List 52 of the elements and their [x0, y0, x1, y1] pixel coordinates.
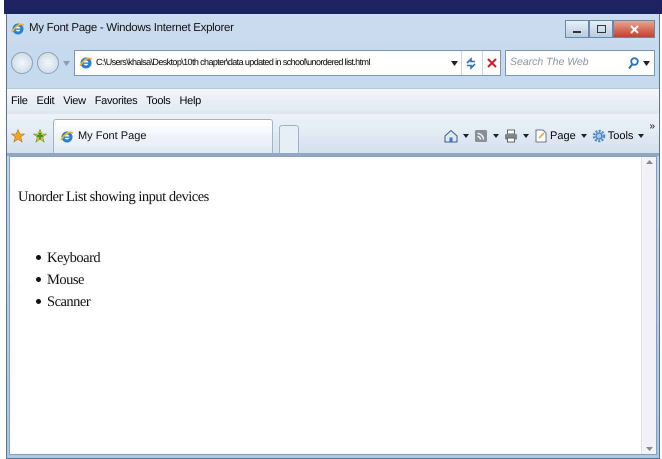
home-button[interactable]	[444, 129, 458, 143]
scroll-down-icon[interactable]	[646, 447, 652, 451]
list-item: Scanner	[47, 292, 90, 312]
browser-tab[interactable]: My Font Page	[53, 119, 273, 153]
add-star-icon[interactable]	[33, 129, 47, 143]
close-icon	[630, 24, 638, 34]
list-item: Mouse	[47, 270, 84, 290]
scroll-up-icon[interactable]	[646, 160, 652, 164]
caret-icon[interactable]	[580, 134, 587, 138]
page-menu-button[interactable]: Page	[534, 128, 576, 144]
menu-item[interactable]: Tools	[146, 93, 170, 110]
window-title: My Font Page - Windows Internet Explorer	[29, 21, 234, 36]
bullet-dot	[36, 277, 41, 282]
dropdown-icon[interactable]	[643, 60, 650, 66]
menu-item[interactable]: File	[11, 93, 28, 110]
search-box[interactable]: Search The Web	[505, 50, 655, 76]
menu-item[interactable]: Help	[179, 93, 201, 110]
caret-icon[interactable]	[463, 134, 470, 138]
scrollbar[interactable]	[641, 157, 656, 454]
browser-logo-icon	[11, 22, 25, 36]
tools-menu-button[interactable]: Tools	[592, 128, 634, 144]
gear-icon	[592, 129, 606, 143]
feed-icon	[474, 129, 488, 143]
bullet-dot	[36, 255, 41, 260]
caret-icon[interactable]	[493, 134, 500, 138]
list-item: Keyboard	[47, 248, 100, 268]
home-icon	[444, 129, 458, 143]
menu-item[interactable]: Edit	[36, 93, 54, 110]
overflow-chevron[interactable]: »	[649, 119, 655, 134]
dropdown-icon[interactable]	[451, 60, 458, 66]
stop-icon	[486, 58, 496, 68]
menu-item[interactable]: Favorites	[94, 93, 138, 110]
maximize-button[interactable]	[589, 20, 613, 38]
page-icon	[60, 130, 74, 144]
document-icon	[534, 129, 548, 143]
star-icon[interactable]	[11, 129, 25, 143]
maximize-icon	[596, 25, 606, 33]
menu-item[interactable]: View	[63, 93, 86, 110]
close-button[interactable]	[613, 20, 655, 38]
refresh-icon	[464, 56, 476, 70]
caret-icon[interactable]	[638, 134, 644, 138]
page-icon	[79, 56, 93, 70]
caret-icon[interactable]	[523, 134, 530, 138]
minimize-button[interactable]	[565, 20, 589, 38]
address-bar[interactable]: C:\Users\khalsa\Desktop\10th chapter\data updated in school\unordered list.html	[74, 50, 501, 76]
search-icon[interactable]	[628, 57, 639, 69]
bullet-dot	[36, 299, 41, 304]
print-button[interactable]	[504, 129, 518, 143]
address-field[interactable]: C:\Users\khalsa\Desktop\10th chapter\data updated in school\unordered list.html	[96, 56, 448, 70]
page-heading: Unorder List showing input devices	[18, 188, 210, 207]
feeds-button[interactable]	[474, 129, 488, 143]
printer-icon	[504, 129, 518, 143]
